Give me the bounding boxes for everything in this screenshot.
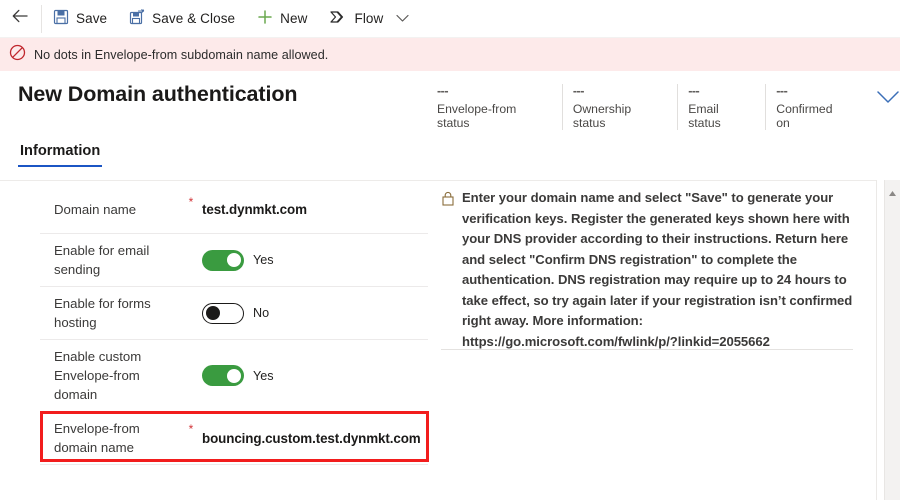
status-value: ---: [688, 84, 700, 98]
tab-information-label: Information: [20, 143, 101, 159]
command-bar: Save Save & Close New Flow: [0, 0, 900, 38]
required-asterisk: [180, 347, 202, 350]
lock-icon: [441, 191, 455, 352]
field-label: Envelope-from domain name: [54, 421, 140, 455]
status-label: Ownership status: [572, 102, 632, 130]
flow-button[interactable]: Flow: [318, 0, 394, 38]
status-envelope-from: --- Envelope-from status: [437, 84, 563, 130]
tab-separator: [0, 180, 876, 181]
enable-forms-hosting-control: No: [202, 302, 270, 324]
required-asterisk: [180, 294, 202, 297]
save-button[interactable]: Save: [42, 0, 118, 38]
info-panel: Enter your domain name and select "Save"…: [441, 188, 853, 352]
status-label: Envelope-from status: [437, 102, 517, 130]
header-expand-button[interactable]: [876, 90, 900, 110]
save-and-close-button-label: Save & Close: [152, 11, 236, 26]
status-label: Confirmed on: [776, 102, 833, 130]
header-status-group: --- Envelope-from status --- Ownership s…: [437, 84, 900, 130]
command-overflow-button[interactable]: [394, 0, 417, 38]
flow-icon: [329, 9, 347, 28]
required-asterisk: [180, 241, 202, 244]
status-value: ---: [572, 84, 585, 98]
toggle-knob: [227, 368, 241, 383]
plus-icon: [257, 9, 273, 28]
enable-forms-hosting-toggle[interactable]: [202, 302, 244, 324]
domain-name-input[interactable]: test.dynmkt.com: [202, 202, 307, 217]
enable-custom-envelope-from-control: Yes: [202, 365, 274, 386]
content-right-divider: [876, 180, 877, 500]
field-label: Enable custom Envelope-from domain: [54, 349, 142, 402]
status-value: ---: [437, 84, 448, 98]
scroll-up-arrow-icon[interactable]: [888, 184, 897, 202]
status-ownership: --- Ownership status: [572, 84, 679, 130]
enable-email-sending-control: Yes: [202, 249, 274, 271]
status-confirmed-on: --- Confirmed on: [776, 84, 860, 130]
field-label: Domain name: [54, 201, 137, 217]
error-notification-bar: No dots in Envelope-from subdomain name …: [0, 38, 900, 71]
save-and-close-icon: [129, 9, 145, 28]
toggle-value-label: Yes: [253, 253, 274, 267]
chevron-down-icon: [876, 91, 900, 109]
tab-information[interactable]: Information: [18, 143, 103, 167]
required-asterisk: *: [188, 422, 194, 436]
toggle-value-label: No: [253, 306, 270, 320]
field-row-enable-forms-hosting: Enable for forms hosting No: [40, 287, 428, 340]
field-row-enable-email-sending: Enable for email sending Yes: [40, 234, 428, 287]
field-row-domain-name: Domain name * test.dynmkt.com: [40, 185, 428, 234]
status-email: --- Email status: [688, 84, 767, 130]
flow-button-label: Flow: [354, 11, 384, 26]
back-button[interactable]: [0, 0, 41, 38]
save-floppy-icon: [53, 9, 69, 28]
new-button[interactable]: New: [246, 0, 318, 38]
new-button-label: New: [280, 11, 308, 26]
tab-strip: Information: [18, 143, 103, 167]
info-panel-separator: [441, 349, 853, 350]
info-panel-text: Enter your domain name and select "Save"…: [462, 190, 853, 349]
enable-email-sending-toggle[interactable]: [202, 249, 244, 271]
arrow-left-icon: [12, 9, 29, 28]
page-title: New Domain authentication: [18, 82, 298, 106]
field-label: Enable for email sending: [54, 243, 150, 277]
chevron-down-icon: [396, 10, 409, 28]
toggle-knob: [206, 306, 220, 320]
save-and-close-button[interactable]: Save & Close: [118, 0, 246, 38]
status-label: Email status: [688, 102, 721, 130]
error-message: No dots in Envelope-from subdomain name …: [34, 47, 329, 62]
field-label: Enable for forms hosting: [54, 296, 151, 330]
status-value: ---: [776, 84, 788, 98]
save-button-label: Save: [76, 11, 108, 26]
toggle-knob: [227, 253, 241, 267]
toggle-value-label: Yes: [253, 368, 274, 383]
field-row-envelope-from-domain-name: Envelope-from domain name * bouncing.cus…: [40, 412, 428, 465]
enable-custom-envelope-from-toggle[interactable]: [202, 365, 244, 386]
app-root: Save Save & Close New Flow No dots in En…: [0, 0, 900, 500]
envelope-from-domain-name-input[interactable]: bouncing.custom.test.dynmkt.com: [202, 431, 421, 446]
information-form: Domain name * test.dynmkt.com Enable for…: [40, 185, 428, 465]
block-prohibited-icon: [9, 44, 26, 66]
field-row-enable-custom-envelope-from: Enable custom Envelope-from domain Yes: [40, 340, 428, 412]
required-asterisk: *: [188, 195, 194, 209]
vertical-scrollbar[interactable]: [884, 180, 900, 500]
